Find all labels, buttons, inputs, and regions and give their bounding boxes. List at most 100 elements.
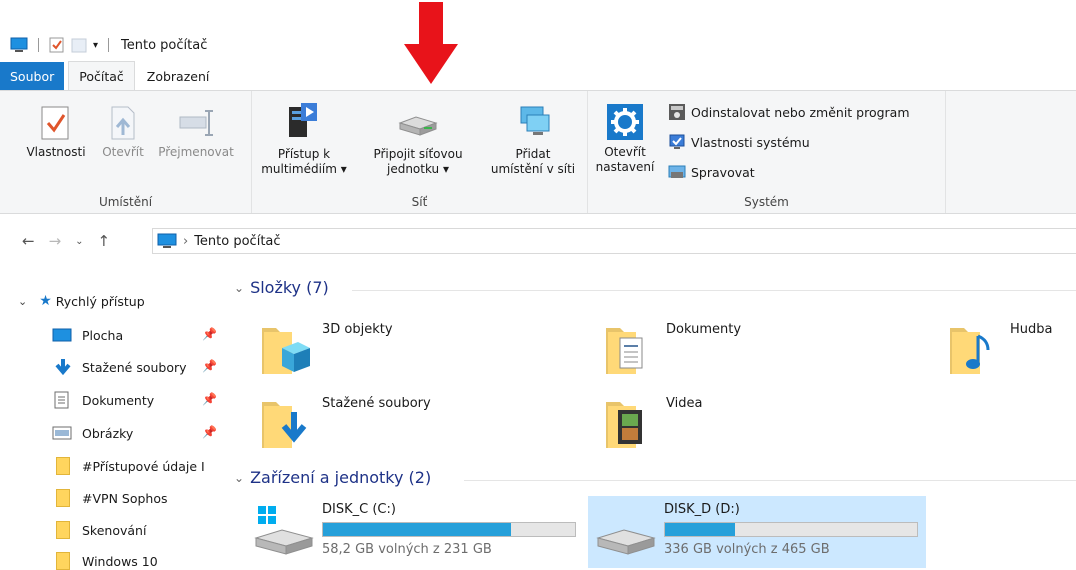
documents-folder-icon	[606, 328, 643, 374]
nav-item-folder-windows[interactable]: Windows 10	[56, 546, 158, 570]
network-drive-icon	[398, 116, 438, 136]
nav-item-desktop[interactable]: Plocha	[52, 320, 123, 350]
computer-icon	[157, 233, 177, 248]
pin-icon[interactable]: 📌	[202, 327, 217, 341]
add-network-location-label-line2: umístění v síti	[490, 162, 576, 176]
computer-icon	[10, 37, 28, 52]
window-title: Tento počítač	[121, 37, 208, 53]
nav-item-folder-scans[interactable]: Skenování	[56, 515, 146, 545]
pin-icon[interactable]: 📌	[202, 392, 217, 406]
ribbon-group-location: Vlastnosti Otevřít Přejmenovat Umístění	[0, 91, 252, 213]
new-folder-icon[interactable]	[71, 37, 87, 53]
ribbon-tabs: Soubor Počítač Zobrazení	[0, 61, 220, 90]
drive-usage-bar	[664, 522, 918, 537]
nav-item-label: Skenování	[82, 522, 147, 538]
uninstall-program-button[interactable]: Odinstalovat nebo změnit program	[668, 103, 910, 121]
nav-item-pictures[interactable]: Obrázky	[52, 418, 133, 448]
drive-usage-fill	[323, 523, 512, 536]
manage-label: Spravovat	[691, 164, 755, 180]
folder-label: Videa	[666, 396, 703, 411]
folder-documents[interactable]: Dokumenty	[604, 322, 741, 378]
drive-usage-fill	[665, 523, 735, 536]
up-arrow-icon[interactable]: ↑	[98, 232, 111, 250]
pictures-icon	[52, 426, 72, 440]
media-access-button[interactable]: Přístup k multimédiím ▾	[256, 101, 352, 177]
group-label-network: Síť	[411, 195, 428, 209]
forward-arrow-icon[interactable]: →	[49, 232, 62, 250]
drives-section-header[interactable]: ⌄ Zařízení a jednotky (2)	[234, 468, 431, 487]
folder-music[interactable]: Hudba	[948, 322, 1053, 378]
nav-item-label: Stažené soubory	[82, 359, 187, 375]
system-properties-button[interactable]: Vlastnosti systému	[668, 133, 810, 151]
nav-item-quick-access[interactable]: ⌄ ★ Rychlý přístup	[18, 286, 145, 316]
drive-free-space: 336 GB volných z 465 GB	[664, 542, 830, 557]
open-settings-label-line2: nastavení	[595, 160, 655, 174]
uninstall-icon	[669, 104, 685, 120]
nav-item-label: #VPN Sophos	[82, 490, 168, 506]
collapse-chevron-icon[interactable]: ⌄	[234, 471, 244, 485]
folders-section-header[interactable]: ⌄ Složky (7)	[234, 278, 329, 297]
drive-d[interactable]: DISK_D (D:) 336 GB volných z 465 GB	[588, 496, 926, 568]
drive-name: DISK_D (D:)	[664, 502, 740, 517]
nav-item-documents[interactable]: Dokumenty	[54, 385, 154, 415]
recent-locations-chevron-icon[interactable]: ⌄	[75, 236, 83, 247]
breadcrumb-this-pc[interactable]: Tento počítač	[194, 234, 280, 249]
map-network-drive-label-line2: jednotku ▾	[386, 162, 449, 176]
manage-button[interactable]: Spravovat	[668, 163, 755, 181]
breadcrumb-separator-icon[interactable]: ›	[183, 234, 188, 249]
rename-label: Přejmenovat	[158, 145, 234, 159]
properties-checkmark-icon[interactable]	[49, 37, 65, 53]
tab-computer[interactable]: Počítač	[68, 61, 135, 90]
folder-label: Hudba	[1010, 322, 1053, 337]
open-icon	[111, 106, 135, 140]
pin-icon[interactable]: 📌	[202, 425, 217, 439]
properties-checkmark-icon	[41, 106, 69, 140]
drive-c[interactable]: DISK_C (C:) 58,2 GB volných z 231 GB	[246, 496, 586, 568]
tab-view[interactable]: Zobrazení	[137, 62, 220, 90]
open-settings-label-line1: Otevřít	[604, 145, 646, 159]
folder-videos[interactable]: Videa	[604, 396, 702, 452]
add-network-location-button[interactable]: Přidat umístění v síti	[482, 101, 584, 177]
folder-label: Dokumenty	[666, 322, 742, 337]
nav-item-label: Dokumenty	[82, 392, 155, 408]
collapse-chevron-icon[interactable]: ⌄	[234, 281, 244, 295]
downloads-folder-icon	[262, 402, 307, 448]
address-bar[interactable]: › Tento počítač	[152, 228, 1076, 254]
documents-icon	[54, 391, 69, 409]
media-server-icon	[289, 103, 317, 137]
content-pane: ⌄ Složky (7) 3D objekty Dokumenty Hudba …	[232, 270, 1076, 570]
open-button[interactable]: Otevřít	[96, 105, 150, 160]
desktop-icon	[52, 328, 72, 342]
folder-icon	[56, 521, 70, 539]
map-network-drive-button[interactable]: Připojit síťovou jednotku ▾	[360, 101, 476, 177]
tab-file[interactable]: Soubor	[0, 62, 65, 90]
uninstall-program-label: Odinstalovat nebo změnit program	[691, 104, 910, 120]
nav-item-downloads[interactable]: Stažené soubory	[54, 352, 187, 382]
expand-chevron-icon[interactable]: ⌄	[18, 295, 27, 308]
rename-icon	[179, 110, 213, 136]
rename-button[interactable]: Přejmenovat	[150, 105, 242, 160]
ribbon: Vlastnosti Otevřít Přejmenovat Umístění	[0, 90, 1076, 214]
open-settings-button[interactable]: Otevřít nastavení	[592, 103, 658, 175]
customize-quick-access-icon[interactable]: ▾	[93, 40, 98, 51]
folder-3d-objects[interactable]: 3D objekty	[260, 322, 393, 378]
settings-gear-icon	[607, 104, 643, 140]
network-location-icon	[520, 106, 550, 135]
nav-item-label: Windows 10	[82, 553, 158, 569]
add-network-location-label-line1: Přidat	[515, 147, 551, 161]
drive-name: DISK_C (C:)	[322, 502, 396, 517]
star-icon: ★	[39, 293, 52, 309]
nav-item-folder-vpn[interactable]: #VPN Sophos	[56, 483, 168, 513]
address-bar-row: ← → ⌄ ↑ › Tento počítač	[0, 226, 1076, 256]
nav-item-folder-access[interactable]: #Přístupové údaje I	[56, 451, 205, 481]
properties-button[interactable]: Vlastnosti	[18, 105, 94, 160]
ribbon-group-system: Otevřít nastavení Odinstalovat nebo změn…	[588, 91, 946, 213]
windows-drive-icon	[254, 506, 314, 555]
back-arrow-icon[interactable]: ←	[22, 232, 35, 250]
3d-objects-folder-icon	[262, 328, 310, 374]
folder-downloads[interactable]: Stažené soubory	[260, 396, 431, 452]
media-access-label-line1: Přístup k	[277, 147, 331, 161]
system-properties-label: Vlastnosti systému	[691, 134, 810, 150]
title-bar: ▾ Tento počítač	[0, 32, 1076, 58]
pin-icon[interactable]: 📌	[202, 359, 217, 373]
